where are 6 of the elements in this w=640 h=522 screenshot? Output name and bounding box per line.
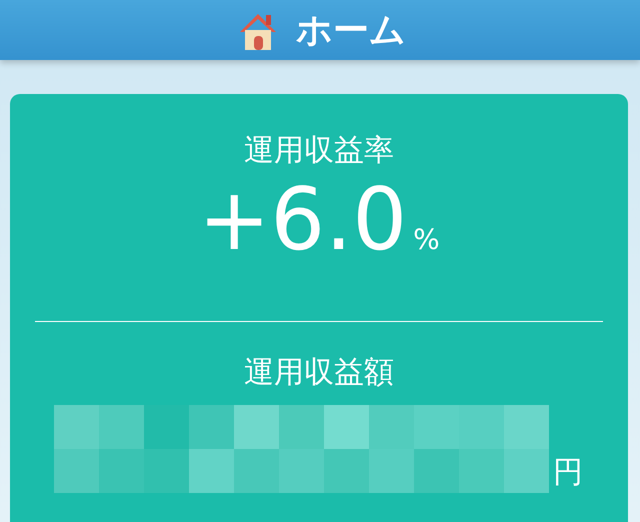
percent-unit: % bbox=[413, 223, 440, 256]
return-amount-label: 運用収益額 bbox=[244, 354, 394, 392]
return-rate-value: +6.0 bbox=[198, 177, 408, 263]
page-title: ホーム bbox=[296, 8, 406, 52]
return-rate-label: 運用収益率 bbox=[244, 132, 394, 170]
yen-unit: 円 bbox=[553, 454, 583, 492]
